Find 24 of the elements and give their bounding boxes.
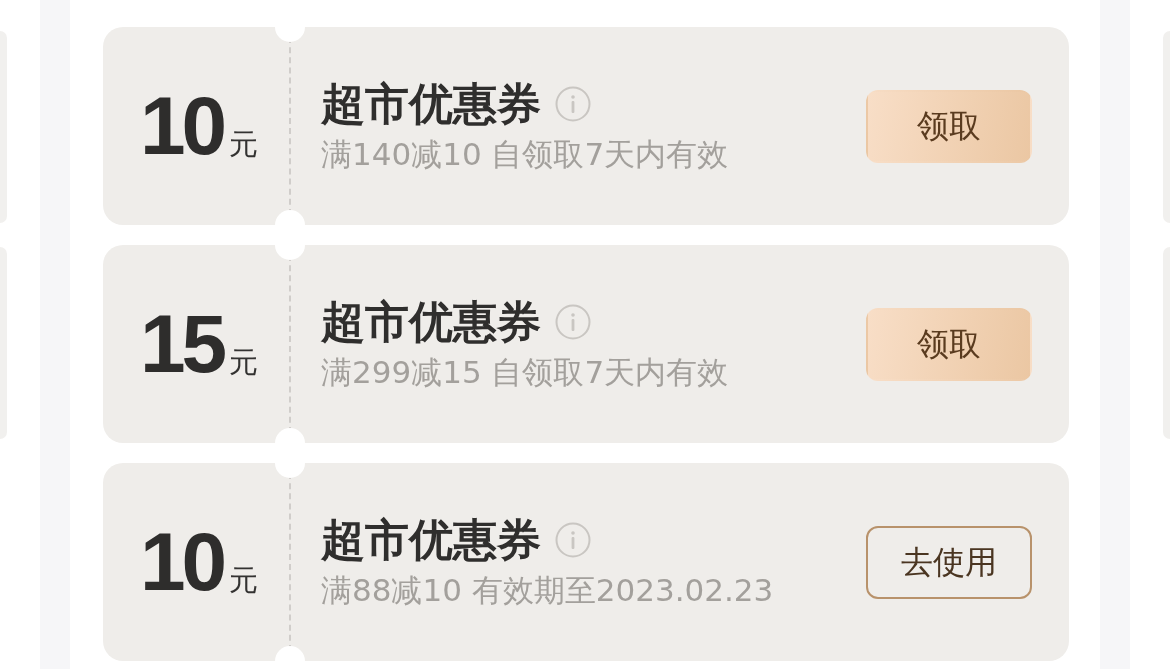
currency-unit: 元 <box>229 348 259 377</box>
info-icon[interactable] <box>555 522 591 559</box>
info-icon[interactable] <box>555 86 591 123</box>
ticket-notch <box>275 428 305 443</box>
claim-coupon-button[interactable]: 领取 <box>866 89 1032 163</box>
coupon-title: 超市优惠券 <box>321 297 541 348</box>
ticket-notch <box>275 245 305 260</box>
coupon-condition: 满299减15 自领取7天内有效 <box>321 353 730 391</box>
info-icon[interactable] <box>555 304 591 341</box>
coupon-condition: 满140减10 自领取7天内有效 <box>321 135 730 173</box>
use-coupon-button[interactable]: 去使用 <box>866 525 1032 599</box>
currency-unit: 元 <box>229 130 259 159</box>
coupon-amount: 10 <box>139 85 224 167</box>
coupon-condition: 满88减10 有效期至2023.02.23 <box>321 571 775 609</box>
coupon-amount: 15 <box>139 303 224 385</box>
ticket-notch <box>275 27 305 42</box>
ticket-notch <box>275 646 305 661</box>
coupon-amount: 10 <box>139 521 224 603</box>
coupon-title: 超市优惠券 <box>321 515 541 566</box>
coupon-title: 超市优惠券 <box>321 79 541 130</box>
claim-coupon-button[interactable]: 领取 <box>866 307 1032 381</box>
ticket-notch <box>275 463 305 478</box>
currency-unit: 元 <box>229 566 259 595</box>
ticket-notch <box>275 210 305 225</box>
